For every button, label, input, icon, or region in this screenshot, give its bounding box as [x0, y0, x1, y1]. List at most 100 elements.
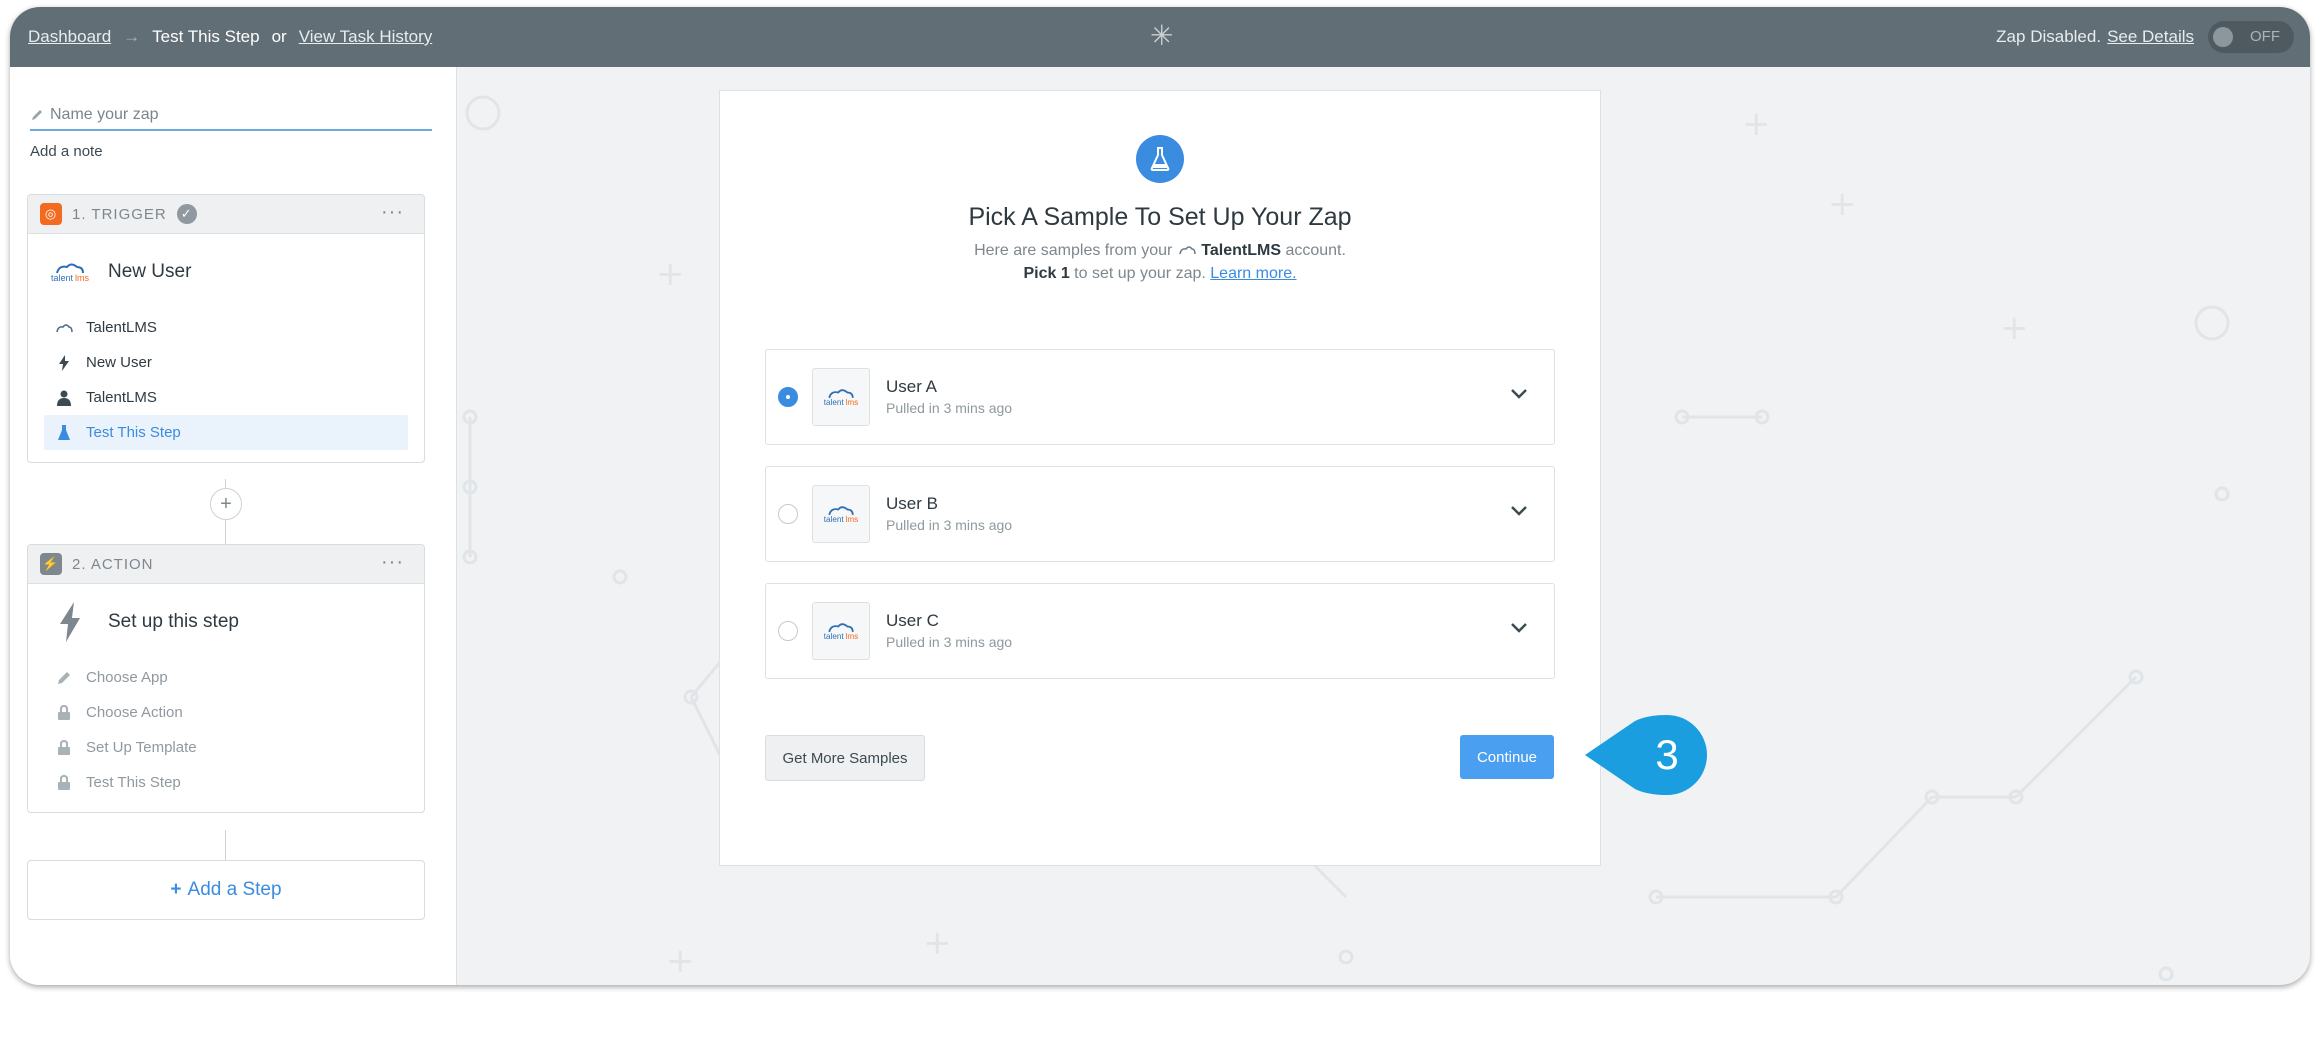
sample-radio[interactable]: [778, 621, 798, 641]
svg-text:lms: lms: [846, 515, 859, 524]
chevron-down-icon[interactable]: [1510, 388, 1528, 400]
plus-icon: +: [170, 879, 182, 900]
sample-pulled-time: Pulled in 3 mins ago: [886, 517, 1013, 533]
breadcrumb-or: or: [271, 27, 287, 46]
action-bolt-large-icon: [48, 602, 92, 642]
action-step-label: Set Up Template: [86, 739, 197, 756]
insert-step-plus-icon[interactable]: +: [210, 488, 242, 520]
svg-text:lms: lms: [75, 273, 89, 283]
pencil-icon: [32, 110, 42, 120]
add-step-button[interactable]: + Add a Step: [27, 860, 425, 920]
svg-text:talent: talent: [824, 515, 845, 524]
breadcrumb-current: Test This Step: [152, 27, 260, 46]
flask-icon: [1136, 135, 1184, 183]
trigger-card[interactable]: ◎ 1. TRIGGER ✓ ··· talent lms New User Ta…: [27, 194, 425, 463]
sample-pulled-time: Pulled in 3 mins ago: [886, 634, 1013, 650]
sample-pulled-time: Pulled in 3 mins ago: [886, 400, 1013, 416]
dashboard-link[interactable]: Dashboard: [28, 27, 111, 47]
sample-picker-panel: Pick A Sample To Set Up Your Zap Here ar…: [719, 90, 1601, 866]
action-step-choose-action: Choose Action: [44, 695, 408, 730]
lock-icon: [54, 775, 74, 790]
action-step-choose-app[interactable]: Choose App: [44, 660, 408, 695]
breadcrumb-arrow: →: [123, 27, 141, 46]
svg-text:+: +: [1828, 184, 1857, 224]
subtitle-pre: Here are samples from your: [974, 242, 1173, 259]
sample-radio[interactable]: [778, 387, 798, 407]
svg-text:+: +: [666, 941, 695, 981]
sample-radio[interactable]: [778, 504, 798, 524]
continue-button[interactable]: Continue: [1460, 735, 1554, 779]
person-icon: [54, 390, 74, 406]
trigger-step-app[interactable]: TalentLMS: [44, 310, 408, 345]
zap-status-text: Zap Disabled.: [1996, 27, 2102, 46]
zap-on-off-toggle[interactable]: OFF: [2208, 21, 2294, 53]
talentlms-logo-icon: talent lms: [812, 368, 870, 426]
trigger-step-label: New User: [86, 354, 152, 371]
breadcrumb: Dashboard → Test This Step or View Task …: [28, 7, 432, 67]
action-card-header: ⚡ 2. ACTION ···: [28, 545, 424, 584]
action-bolt-icon: ⚡: [40, 553, 62, 575]
sidebar: Name your zap Add a note ◎ 1. TRIGGER ✓ …: [10, 67, 457, 985]
zapier-logo-icon[interactable]: ✳: [1150, 21, 1173, 51]
panel-subtitle: Here are samples from your TalentLMS acc…: [720, 239, 1600, 285]
talentlms-logo-icon: talent lms: [812, 602, 870, 660]
sample-name: User B: [886, 494, 938, 513]
action-header-label: 2. ACTION: [72, 555, 154, 573]
action-step-label: Choose App: [86, 669, 168, 686]
talentlms-logo-icon: talent lms: [48, 261, 92, 283]
chevron-down-icon[interactable]: [1510, 622, 1528, 634]
action-title: Set up this step: [28, 584, 424, 660]
top-bar: Dashboard → Test This Step or View Task …: [10, 7, 2310, 67]
add-note-link[interactable]: Add a note: [30, 143, 103, 160]
callout-number: 3: [1655, 731, 1678, 778]
action-steps: Choose App Choose Action Set Up Template…: [28, 660, 424, 812]
trigger-step-label: TalentLMS: [86, 319, 157, 336]
trigger-card-header: ◎ 1. TRIGGER ✓ ···: [28, 195, 424, 234]
action-step-setup-template: Set Up Template: [44, 730, 408, 765]
trigger-step-label: TalentLMS: [86, 389, 157, 406]
checkmark-icon: ✓: [176, 204, 197, 224]
action-step-label: Test This Step: [86, 774, 181, 791]
app-window: + + + + + + Dashboard → Test This Step o…: [10, 7, 2310, 985]
view-task-history-link[interactable]: View Task History: [299, 27, 433, 47]
step-callout: 3: [1585, 715, 1707, 795]
lock-icon: [54, 705, 74, 720]
panel-title: Pick A Sample To Set Up Your Zap: [968, 203, 1352, 231]
trigger-step-test[interactable]: Test This Step: [44, 415, 408, 450]
trigger-icon: ◎: [40, 203, 62, 225]
bolt-icon: [54, 354, 74, 371]
svg-text:+: +: [1742, 104, 1771, 144]
subtitle-post: account.: [1285, 242, 1346, 259]
sample-user-b[interactable]: talent lms User B Pulled in 3 mins ago: [765, 466, 1555, 562]
see-details-link[interactable]: See Details: [2107, 27, 2194, 47]
chevron-down-icon[interactable]: [1510, 505, 1528, 517]
action-step-label: Choose Action: [86, 704, 183, 721]
talentlms-icon: [54, 323, 74, 333]
trigger-steps: TalentLMS New User TalentLMS Test This S…: [28, 310, 424, 462]
talentlms-logo-icon: talent lms: [812, 485, 870, 543]
pencil-icon: [54, 671, 74, 685]
trigger-step-label: Test This Step: [86, 424, 181, 441]
pick-count: Pick 1: [1023, 265, 1070, 282]
zap-name-input[interactable]: Name your zap: [30, 101, 432, 131]
zap-name-placeholder: Name your zap: [50, 106, 159, 123]
talentlms-icon: [1179, 246, 1196, 255]
svg-text:+: +: [923, 923, 952, 963]
sample-user-c[interactable]: talent lms User C Pulled in 3 mins ago: [765, 583, 1555, 679]
action-card[interactable]: ⚡ 2. ACTION ··· Set up this step Choose …: [27, 544, 425, 813]
trigger-step-account[interactable]: TalentLMS: [44, 380, 408, 415]
sample-name: User C: [886, 611, 939, 630]
trigger-title: talent lms New User: [28, 234, 424, 310]
svg-text:lms: lms: [846, 398, 859, 407]
connector-line: [225, 830, 226, 860]
trigger-more-menu-icon[interactable]: ···: [381, 201, 404, 224]
sample-user-a[interactable]: talent lms User A Pulled in 3 mins ago: [765, 349, 1555, 445]
zap-status: Zap Disabled. See Details OFF: [1996, 7, 2294, 67]
add-step-label: Add a Step: [187, 879, 282, 900]
action-more-menu-icon[interactable]: ···: [381, 551, 404, 574]
subtitle-app: TalentLMS: [1201, 242, 1281, 259]
learn-more-link[interactable]: Learn more.: [1210, 265, 1296, 282]
trigger-step-event[interactable]: New User: [44, 345, 408, 380]
get-more-samples-button[interactable]: Get More Samples: [765, 735, 925, 781]
trigger-title-label: New User: [108, 261, 192, 282]
